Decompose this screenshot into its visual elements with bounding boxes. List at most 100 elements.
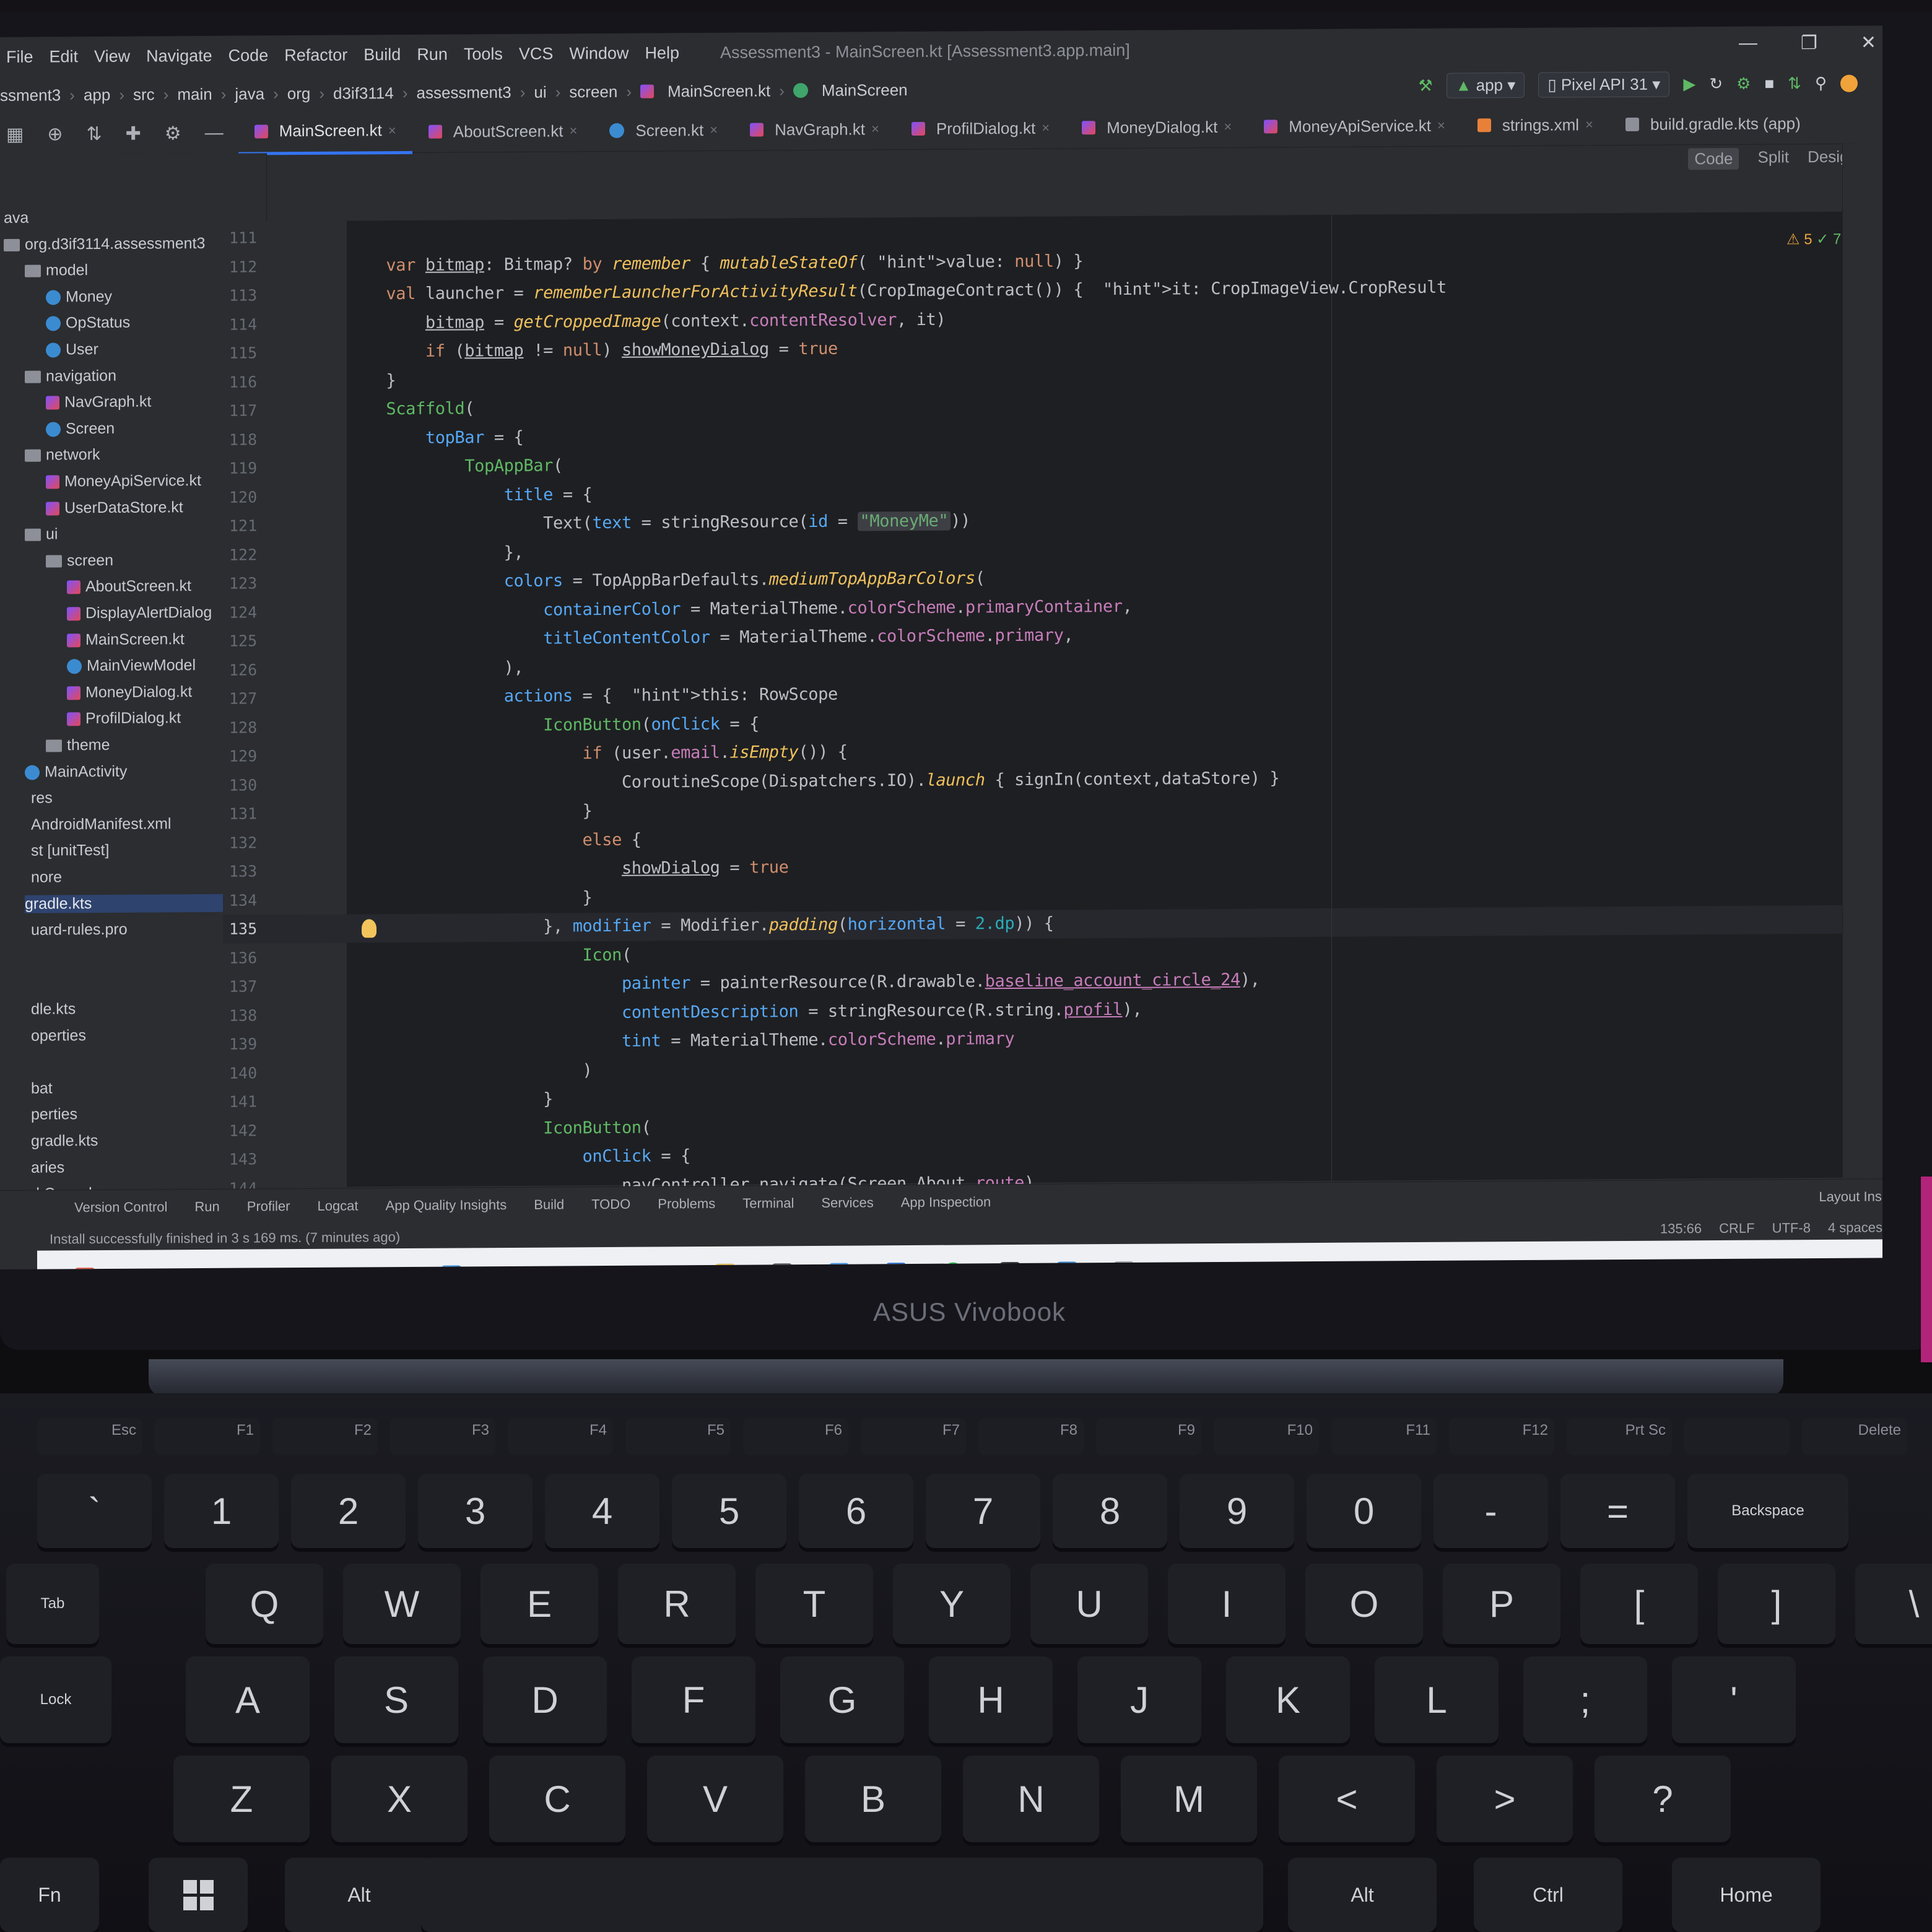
tree-item[interactable]: ui <box>25 526 58 544</box>
tool-problems[interactable]: Problems <box>658 1196 715 1212</box>
key-f3[interactable]: F3 <box>390 1418 495 1455</box>
tree-item[interactable]: MoneyDialog.kt <box>67 683 192 702</box>
code-line[interactable]: ), <box>347 658 524 678</box>
breadcrumb-item[interactable]: app <box>84 85 110 104</box>
key-prt-sc[interactable]: Prt Sc <box>1567 1418 1672 1455</box>
key-h[interactable]: H <box>929 1656 1053 1743</box>
tool-build[interactable]: Build <box>534 1196 564 1212</box>
tab-navgraph[interactable]: NavGraph.kt × <box>734 108 895 150</box>
key-f4[interactable]: F4 <box>508 1418 613 1455</box>
key-alt[interactable]: Alt <box>285 1858 433 1932</box>
file-encoding[interactable]: UTF-8 <box>1772 1220 1811 1236</box>
code-line[interactable]: TopAppBar( <box>347 456 563 476</box>
breadcrumb-item[interactable]: java <box>235 84 264 103</box>
minimize-icon[interactable]: — <box>1739 33 1757 54</box>
close-tab-icon[interactable]: × <box>1224 119 1232 135</box>
code-line[interactable]: Icon( <box>347 945 632 966</box>
line-separator[interactable]: CRLF <box>1719 1221 1754 1237</box>
key-4[interactable]: 4 <box>545 1474 659 1548</box>
tree-item[interactable]: gradle.kts <box>31 1132 98 1151</box>
key-q[interactable]: Q <box>206 1564 323 1644</box>
breadcrumb-item[interactable]: src <box>133 85 155 104</box>
menu-refactor[interactable]: Refactor <box>284 45 347 65</box>
key-u[interactable]: U <box>1030 1564 1148 1644</box>
menu-build[interactable]: Build <box>363 45 401 64</box>
tab-moneydialog[interactable]: MoneyDialog.kt × <box>1066 107 1248 149</box>
search-icon[interactable]: ⚲ <box>1815 74 1827 93</box>
key-l[interactable]: L <box>1375 1656 1499 1743</box>
close-tab-icon[interactable]: × <box>1437 118 1445 134</box>
close-icon[interactable]: ✕ <box>1861 32 1876 53</box>
menu-help[interactable]: Help <box>645 43 679 63</box>
tree-item[interactable]: bat <box>31 1079 53 1097</box>
key-f6[interactable]: F6 <box>743 1418 848 1455</box>
tree-item[interactable]: MainViewModel <box>67 656 196 675</box>
code-line[interactable]: }, <box>347 542 524 563</box>
key-g[interactable]: G <box>780 1656 904 1743</box>
menu-file[interactable]: File <box>6 47 33 66</box>
key-fn[interactable]: Fn <box>0 1858 99 1932</box>
key-home[interactable]: Home <box>1672 1858 1821 1932</box>
key-3[interactable]: 3 <box>418 1474 533 1548</box>
run-icon[interactable]: ▶ <box>1683 74 1695 94</box>
key-f12[interactable]: F12 <box>1449 1418 1554 1455</box>
code-line[interactable]: IconButton( <box>347 1118 651 1139</box>
tab-mainscreen[interactable]: MainScreen.kt × <box>238 110 412 155</box>
tree-item[interactable]: dle.kts <box>31 1000 76 1018</box>
key-f1[interactable]: F1 <box>155 1418 260 1455</box>
key-\[interactable]: \ <box>1855 1564 1932 1644</box>
code-line[interactable]: } <box>347 371 396 390</box>
code-line[interactable]: ) <box>347 1061 593 1081</box>
tool-version-control[interactable]: Version Control <box>74 1199 167 1216</box>
key-f8[interactable]: F8 <box>978 1418 1084 1455</box>
key-a[interactable]: A <box>186 1656 310 1743</box>
split-view-button[interactable]: Split <box>1757 147 1789 169</box>
target-icon[interactable]: ⊕ <box>47 123 63 145</box>
hammer-icon[interactable]: ⚒ <box>1418 76 1432 95</box>
code-line[interactable]: } <box>347 1090 553 1110</box>
caret-position[interactable]: 135:66 <box>1660 1221 1702 1237</box>
key-2[interactable]: 2 <box>291 1474 406 1548</box>
key-d[interactable]: D <box>483 1656 607 1743</box>
close-tab-icon[interactable]: × <box>1042 120 1050 136</box>
menu-tools[interactable]: Tools <box>464 45 503 64</box>
lightbulb-icon[interactable] <box>362 919 376 938</box>
code-line[interactable]: showDialog = true <box>347 858 789 879</box>
key-v[interactable]: V <box>647 1756 783 1842</box>
tool-logcat[interactable]: Logcat <box>317 1198 358 1214</box>
key-m[interactable]: M <box>1121 1756 1257 1842</box>
key-f[interactable]: F <box>632 1656 755 1743</box>
windows-key[interactable] <box>149 1858 248 1932</box>
key-tab[interactable]: Tab <box>6 1564 99 1644</box>
tree-item[interactable]: OpStatus <box>46 314 130 333</box>
key-<[interactable]: < <box>1279 1756 1415 1842</box>
tree-item[interactable]: UserDataStore.kt <box>46 498 183 517</box>
tree-item[interactable]: MoneyApiService.kt <box>46 472 201 491</box>
tree-item[interactable]: screen <box>46 552 113 570</box>
close-tab-icon[interactable]: × <box>570 123 578 139</box>
avatar[interactable] <box>1840 74 1858 92</box>
tool-todo[interactable]: TODO <box>591 1196 630 1212</box>
run-config-select[interactable]: ▲ app ▾ <box>1446 72 1525 98</box>
tree-item[interactable]: User <box>46 341 98 359</box>
key-lock[interactable]: Lock <box>0 1656 111 1743</box>
menu-edit[interactable]: Edit <box>50 47 79 66</box>
debug-icon[interactable]: ⚙ <box>1736 74 1751 94</box>
key-f7[interactable]: F7 <box>861 1418 966 1455</box>
breadcrumb-item[interactable]: d3if3114 <box>333 84 394 103</box>
key-`[interactable]: ` <box>37 1474 152 1548</box>
menu-window[interactable]: Window <box>569 43 629 63</box>
tab-profildialog[interactable]: ProfilDialog.kt × <box>895 107 1066 149</box>
tool-app-inspection[interactable]: App Inspection <box>901 1194 991 1211</box>
key-c[interactable]: C <box>489 1756 625 1842</box>
code-line[interactable]: } <box>347 888 593 908</box>
breadcrumb-item[interactable]: ssment3 <box>0 85 61 105</box>
breadcrumb-item[interactable]: MainScreen <box>822 80 908 100</box>
tool-app-quality[interactable]: App Quality Insights <box>386 1197 507 1214</box>
tool-run[interactable]: Run <box>194 1199 219 1215</box>
key--[interactable]: - <box>1434 1474 1548 1548</box>
key-e[interactable]: E <box>481 1564 598 1644</box>
menu-code[interactable]: Code <box>228 46 269 65</box>
tree-item[interactable]: model <box>25 261 88 280</box>
key-?[interactable]: ? <box>1595 1756 1731 1842</box>
